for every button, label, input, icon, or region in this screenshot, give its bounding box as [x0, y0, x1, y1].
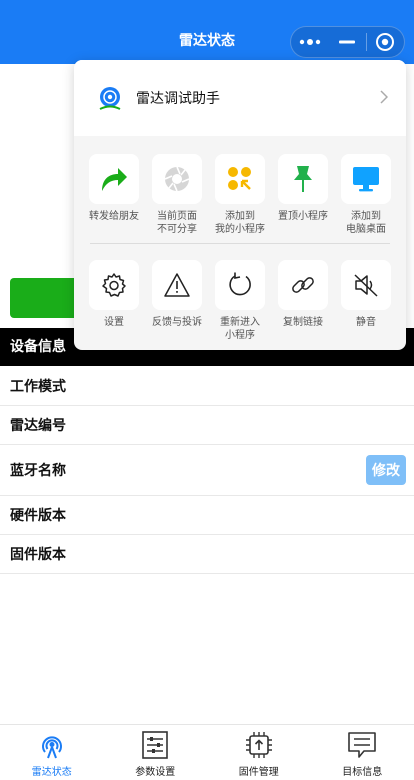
add-mini-program-icon: [215, 154, 265, 204]
chip-icon: [245, 732, 272, 758]
target-close-icon: [376, 33, 395, 51]
minimize-button[interactable]: [328, 27, 365, 57]
menu-row-1: 转发给朋友 当前页面 不可分享 添加到 我的小程序 置顶小程序 添加到 电脑桌面: [86, 154, 394, 236]
pin-mini-program-item[interactable]: 置顶小程序: [275, 154, 331, 236]
link-icon: [278, 260, 328, 310]
tile-label: 重新进入 小程序: [220, 317, 260, 341]
tab-label: 目标信息: [342, 767, 383, 778]
row-label: 雷达编号: [10, 418, 66, 434]
warning-icon: [152, 260, 202, 310]
navigation-bar: 雷达状态: [0, 0, 414, 64]
tile-label: 置顶小程序: [278, 211, 328, 222]
row-label: 蓝牙名称: [10, 463, 66, 479]
tab-bar: 雷达状态 参数设置 固件管理 目标信息: [0, 724, 414, 780]
share-icon: [89, 154, 139, 204]
row-firmware-version: 固件版本: [0, 535, 414, 574]
copy-link-item[interactable]: 复制链接: [275, 260, 331, 342]
menu-app-header[interactable]: 雷达调试助手: [74, 60, 406, 136]
minus-icon: [338, 40, 355, 44]
reload-icon: [215, 260, 265, 310]
pin-icon: [278, 154, 328, 204]
tile-label: 转发给朋友: [89, 211, 139, 222]
chevron-right-icon: [380, 90, 388, 104]
tile-label: 设置: [104, 317, 124, 328]
row-radar-id: 雷达编号: [0, 406, 414, 445]
row-label: 工作模式: [10, 378, 66, 395]
message-icon: [348, 732, 377, 758]
monitor-icon: [341, 154, 391, 204]
row-label: 固件版本: [10, 547, 66, 563]
app-logo-icon: [99, 87, 121, 110]
tab-parameter-settings[interactable]: 参数设置: [104, 725, 208, 780]
more-button[interactable]: [291, 27, 328, 57]
row-bluetooth-name: 蓝牙名称 修改: [0, 445, 414, 496]
page-not-shareable-item: 当前页面 不可分享: [149, 154, 205, 236]
share-to-friend-item[interactable]: 转发给朋友: [86, 154, 142, 236]
tab-target-info[interactable]: 目标信息: [311, 725, 414, 780]
tile-label: 当前页面 不可分享: [157, 211, 197, 235]
mute-item[interactable]: 静音: [338, 260, 394, 342]
tab-radar-status[interactable]: 雷达状态: [0, 725, 104, 780]
shutter-icon: [152, 154, 202, 204]
tile-label: 反馈与投诉: [152, 317, 202, 328]
sliders-icon: [142, 731, 169, 759]
tab-label: 参数设置: [135, 767, 176, 778]
add-to-desktop-item[interactable]: 添加到 电脑桌面: [338, 154, 394, 236]
tile-label: 添加到 我的小程序: [215, 211, 265, 235]
gear-icon: [89, 260, 139, 310]
mini-program-menu: 雷达调试助手 转发给朋友 当前页面 不可分享 添加到 我的小程序 置顶小程序 添…: [74, 60, 406, 350]
tile-label: 复制链接: [283, 317, 323, 328]
more-dots-icon: [299, 39, 320, 45]
tab-firmware-management[interactable]: 固件管理: [207, 725, 311, 780]
reenter-item[interactable]: 重新进入 小程序: [212, 260, 268, 342]
row-work-mode: 工作模式: [0, 366, 414, 406]
tab-label: 雷达状态: [31, 767, 72, 778]
close-mini-program-button[interactable]: [367, 27, 404, 57]
feedback-item[interactable]: 反馈与投诉: [149, 260, 205, 342]
add-to-my-mini-programs-item[interactable]: 添加到 我的小程序: [212, 154, 268, 236]
row-label: 硬件版本: [10, 508, 66, 524]
menu-divider: [90, 243, 390, 244]
mute-icon: [341, 260, 391, 310]
tile-label: 添加到 电脑桌面: [346, 211, 386, 235]
capsule-menu: [290, 26, 405, 58]
tab-label: 固件管理: [238, 767, 279, 778]
radar-icon: [41, 736, 62, 759]
app-frame: 雷达状态 设备信息 工作模式 雷达编号 蓝牙名称 修改 硬件版本 固件版本 雷达…: [0, 0, 414, 780]
row-hardware-version: 硬件版本: [0, 496, 414, 535]
app-name: 雷达调试助手: [136, 91, 220, 107]
edit-button[interactable]: 修改: [366, 455, 406, 485]
settings-item[interactable]: 设置: [86, 260, 142, 342]
menu-row-2: 设置 反馈与投诉 重新进入 小程序 复制链接 静音: [86, 260, 394, 342]
tile-label: 静音: [356, 317, 376, 328]
